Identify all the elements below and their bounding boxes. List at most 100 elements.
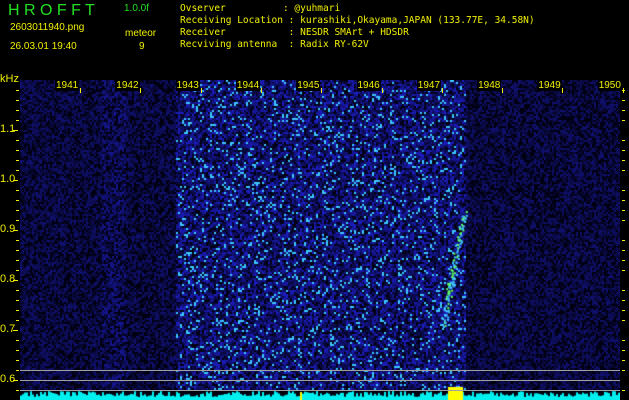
antenna-label: Recviving antenna :	[180, 39, 295, 50]
x-tick-label: 1943	[175, 80, 200, 91]
app-title: H R O F F T	[8, 2, 95, 19]
reference-line	[20, 370, 620, 371]
x-tick-label: 1948	[477, 80, 502, 91]
y-tick-label: 0.9	[0, 223, 16, 235]
meteor-count: 9	[139, 41, 145, 52]
x-tick	[321, 88, 323, 93]
x-tick	[622, 88, 624, 93]
y-unit-label: kHz	[0, 73, 19, 85]
y-minor-tick	[16, 340, 19, 341]
y-minor-tick-right	[622, 210, 625, 211]
y-minor-tick	[16, 270, 19, 271]
receiver-value: NESDR SMArt + HDSDR	[300, 27, 409, 38]
antenna-line: Recviving antenna : Radix RY-62V	[180, 39, 369, 51]
y-major-tick	[13, 130, 18, 131]
y-major-tick	[13, 380, 18, 381]
x-tick-label: 1941	[55, 80, 80, 91]
receiver-line: Receiver : NESDR SMArt + HDSDR	[180, 27, 409, 39]
y-minor-tick	[16, 100, 19, 101]
y-minor-tick-right	[622, 150, 625, 151]
x-tick	[441, 88, 443, 93]
x-tick-label: 1949	[537, 80, 562, 91]
y-tick-label: 0.8	[0, 273, 16, 285]
y-minor-tick-right	[622, 190, 625, 191]
y-minor-tick-right	[622, 340, 625, 341]
x-tick	[80, 88, 81, 93]
y-minor-tick-right	[622, 140, 625, 141]
y-minor-tick	[16, 220, 19, 221]
y-minor-tick	[16, 140, 19, 141]
location-label: Receiving Location :	[180, 15, 295, 26]
x-tick	[562, 88, 564, 93]
y-minor-tick	[16, 240, 19, 241]
y-minor-tick	[16, 200, 19, 201]
y-major-tick	[13, 230, 18, 231]
y-minor-tick-right	[622, 250, 625, 251]
x-tick	[200, 88, 202, 93]
y-minor-tick	[16, 90, 19, 91]
y-minor-tick	[16, 350, 19, 351]
x-tick-label: 1947	[416, 80, 442, 91]
y-major-tick	[13, 180, 18, 181]
y-minor-tick-right	[622, 270, 625, 271]
reference-line	[20, 390, 620, 391]
y-minor-tick-right	[622, 240, 625, 241]
y-minor-tick	[16, 160, 19, 161]
y-minor-tick	[16, 370, 19, 371]
location-value: kurashiki,Okayama,JAPAN (133.77E, 34.58N…	[300, 15, 535, 26]
y-minor-tick	[16, 170, 19, 171]
observer-value: @yuhmari	[294, 3, 341, 14]
y-minor-tick-right	[622, 260, 625, 261]
spectrogram	[20, 80, 620, 400]
y-minor-tick-right	[622, 290, 625, 291]
y-minor-tick	[16, 310, 19, 311]
y-minor-tick-right	[622, 370, 625, 371]
meteor-label: meteor	[125, 28, 157, 39]
y-minor-tick	[16, 150, 19, 151]
x-tick-label: 1944	[235, 80, 261, 91]
y-minor-tick	[16, 110, 19, 111]
datetime: 26.03.01 19:40	[10, 41, 77, 52]
y-minor-tick	[16, 190, 19, 191]
y-minor-tick-right	[622, 220, 625, 221]
y-minor-tick	[16, 300, 19, 301]
filename: 2603011940.png	[10, 22, 85, 33]
x-tick-label: 1945	[296, 80, 321, 91]
y-minor-tick-right	[622, 200, 625, 201]
receiver-label: Receiver :	[180, 27, 295, 38]
y-minor-tick-right	[622, 160, 625, 161]
location-line: Receiving Location : kurashiki,Okayama,J…	[180, 15, 535, 27]
y-minor-tick	[16, 290, 19, 291]
x-tick	[502, 88, 504, 93]
y-minor-tick	[16, 210, 19, 211]
y-tick-label: 0.7	[0, 323, 16, 335]
y-minor-tick	[16, 390, 19, 391]
version-label: 1.0.0f	[124, 3, 150, 14]
observer-label: Ovserver :	[180, 3, 289, 14]
y-major-tick	[13, 280, 18, 281]
y-minor-tick-right	[622, 320, 625, 321]
y-minor-tick-right	[622, 170, 625, 171]
y-minor-tick	[16, 250, 19, 251]
reference-line	[20, 380, 620, 381]
x-tick-label: 1946	[356, 80, 381, 91]
y-tick-label: 1.1	[0, 123, 16, 135]
y-minor-tick-right	[622, 120, 625, 121]
y-minor-tick-right	[622, 350, 625, 351]
x-tick-label: 1942	[115, 80, 140, 91]
x-tick	[381, 88, 383, 93]
y-tick-label: 1.0	[0, 173, 16, 185]
y-tick-label: 0.6	[0, 373, 16, 385]
y-minor-tick-right	[622, 110, 625, 111]
x-tick-label: 1950	[597, 80, 622, 91]
y-minor-tick-right	[622, 360, 625, 361]
y-minor-tick-right	[622, 100, 625, 101]
y-minor-tick	[16, 120, 19, 121]
x-tick	[140, 88, 142, 93]
y-minor-tick-right	[622, 300, 625, 301]
y-minor-tick	[16, 320, 19, 321]
y-minor-tick-right	[622, 390, 625, 391]
y-minor-tick	[16, 360, 19, 361]
y-major-tick	[13, 330, 18, 331]
x-tick	[260, 88, 262, 93]
